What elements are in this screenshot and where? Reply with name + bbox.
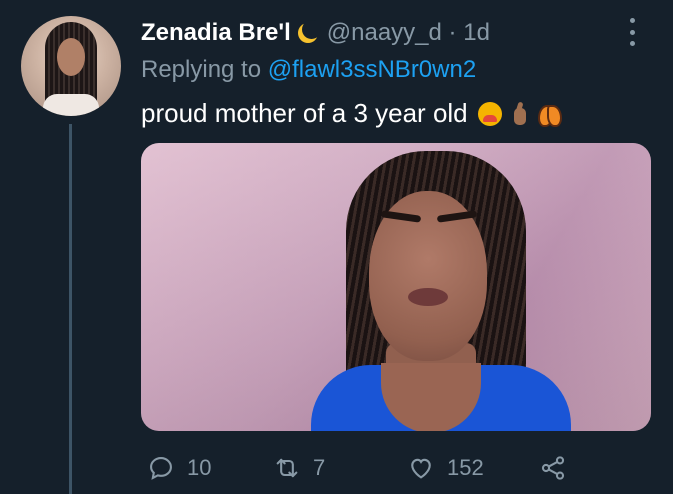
timestamp[interactable]: 1d (463, 19, 490, 47)
photo-lips (408, 288, 448, 306)
reply-icon (150, 457, 172, 480)
mention-link[interactable]: @flawl3ssNBr0wn2 (268, 56, 476, 83)
share-icon (541, 456, 565, 480)
display-name[interactable]: Zenadia Bre'l (141, 19, 291, 47)
replying-prefix: Replying to (141, 56, 262, 83)
like-button[interactable]: 152 (407, 450, 484, 486)
avatar-shirt (43, 94, 99, 116)
tweet-text-content: proud mother of a 3 year old (141, 98, 468, 128)
thread-line (69, 124, 72, 494)
avatar[interactable] (21, 16, 121, 116)
butterfly-emoji (537, 102, 562, 127)
avatar-face (57, 38, 85, 76)
crossed-fingers-emoji (508, 102, 532, 126)
share-button[interactable] (539, 450, 567, 486)
action-bar: 10 7 152 (141, 450, 651, 486)
heart-icon (411, 458, 431, 479)
replying-to: Replying to @flawl3ssNBr0wn2 (141, 56, 476, 84)
crescent-moon-icon (297, 20, 321, 44)
tweet-text: proud mother of a 3 year old (141, 98, 562, 129)
retweet-count: 7 (313, 455, 326, 480)
handle[interactable]: @naayy_d (327, 19, 442, 47)
like-count: 152 (447, 455, 484, 480)
tweet-header: Zenadia Bre'l @naayy_d · 1d (141, 16, 490, 50)
more-vertical-icon[interactable] (627, 18, 637, 46)
tweet-media-image[interactable] (141, 143, 651, 431)
reply-button[interactable]: 10 (147, 450, 211, 486)
cold-face-emoji (477, 101, 502, 126)
retweet-icon (276, 458, 298, 478)
retweet-button[interactable]: 7 (273, 450, 325, 486)
separator: · (448, 19, 457, 46)
tweet: Zenadia Bre'l @naayy_d · 1d Replying to … (0, 0, 673, 494)
reply-count: 10 (187, 455, 212, 480)
